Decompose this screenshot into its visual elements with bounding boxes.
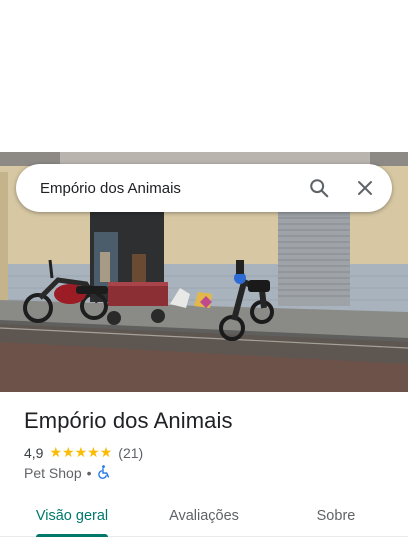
tab-about[interactable]: Sobre (264, 496, 408, 536)
star-icon: ★ (74, 445, 88, 461)
active-tab-indicator (36, 534, 108, 537)
place-name: Empório dos Animais (24, 408, 233, 433)
tab-about-label: Sobre (316, 508, 356, 524)
rating-value: 4,9 (24, 445, 44, 461)
tab-overview[interactable]: Visão geral (0, 496, 144, 537)
star-icon: ★ (62, 445, 75, 461)
place-tabs: Visão geral Avaliações Sobre (0, 496, 408, 537)
tab-overview-label: Visão geral (35, 508, 109, 524)
star-rating: ★ ★ ★ ★ ★ (49, 446, 112, 460)
rating-row[interactable]: 4,9 ★ ★ ★ ★ ★ (21) (24, 444, 143, 462)
star-icon: ★ (87, 445, 100, 461)
map-blank-area (0, 0, 408, 152)
place-category: Pet Shop (24, 465, 82, 481)
place-meta: Pet Shop • (24, 464, 110, 482)
wheelchair-icon (97, 464, 110, 482)
star-icon: ★ (49, 445, 63, 461)
star-icon: ★ (99, 445, 113, 461)
close-icon[interactable] (345, 168, 385, 208)
search-icon[interactable] (299, 168, 339, 208)
tab-reviews-label: Avaliações (169, 508, 239, 524)
search-bar[interactable]: Empório dos Animais (16, 164, 392, 212)
separator-dot: • (86, 465, 92, 481)
review-count[interactable]: (21) (118, 445, 143, 461)
tab-reviews[interactable]: Avaliações (144, 496, 264, 536)
search-input[interactable]: Empório dos Animais (40, 180, 299, 197)
